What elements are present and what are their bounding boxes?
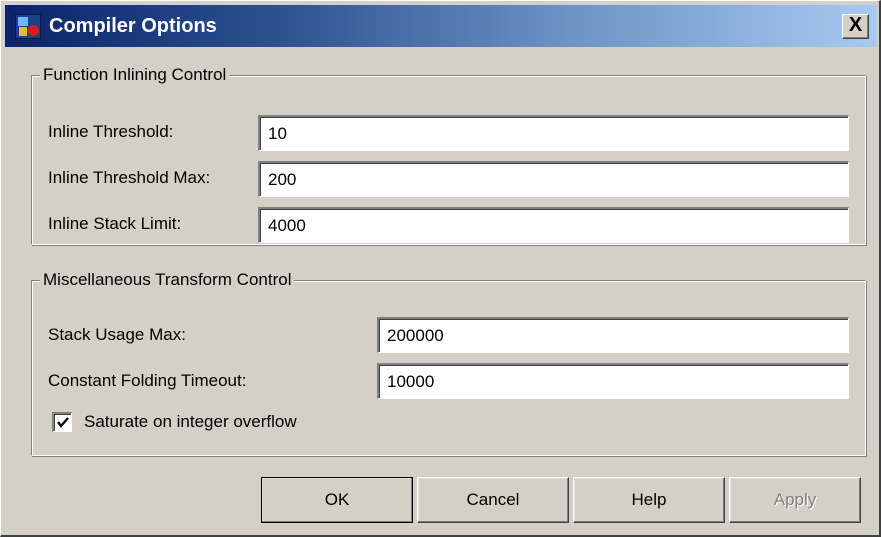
window-title: Compiler Options	[49, 15, 217, 37]
inline-stack-limit-input[interactable]: 4000	[258, 207, 849, 243]
apply-button[interactable]: Apply	[729, 477, 861, 523]
title-bar[interactable]: Compiler Options X	[5, 5, 877, 47]
stack-usage-max-label: Stack Usage Max:	[48, 325, 186, 344]
checkmark-icon	[57, 417, 69, 428]
stack-usage-max-input[interactable]: 200000	[377, 317, 849, 353]
cancel-button[interactable]: Cancel	[417, 477, 569, 523]
inline-stack-limit-label: Inline Stack Limit:	[48, 214, 182, 233]
compiler-options-dialog: Compiler Options X Function Inlining Con…	[0, 0, 881, 537]
help-button[interactable]: Help	[573, 477, 725, 523]
constant-folding-timeout-label: Constant Folding Timeout:	[48, 371, 247, 390]
saturate-checkbox[interactable]	[52, 412, 72, 432]
function-inlining-legend: Function Inlining Control	[40, 63, 230, 87]
misc-transform-legend: Miscellaneous Transform Control	[40, 268, 295, 292]
saturate-label[interactable]: Saturate on integer overflow	[84, 411, 297, 433]
inline-threshold-max-input[interactable]: 200	[258, 161, 849, 197]
inline-threshold-max-label: Inline Threshold Max:	[48, 168, 211, 187]
ok-button[interactable]: OK	[261, 477, 413, 523]
close-button[interactable]: X	[842, 14, 869, 39]
close-icon: X	[848, 14, 863, 36]
constant-folding-timeout-input[interactable]: 10000	[377, 363, 849, 399]
inline-threshold-input[interactable]: 10	[258, 115, 849, 151]
app-icon	[15, 14, 41, 39]
inline-threshold-label: Inline Threshold:	[48, 122, 174, 141]
